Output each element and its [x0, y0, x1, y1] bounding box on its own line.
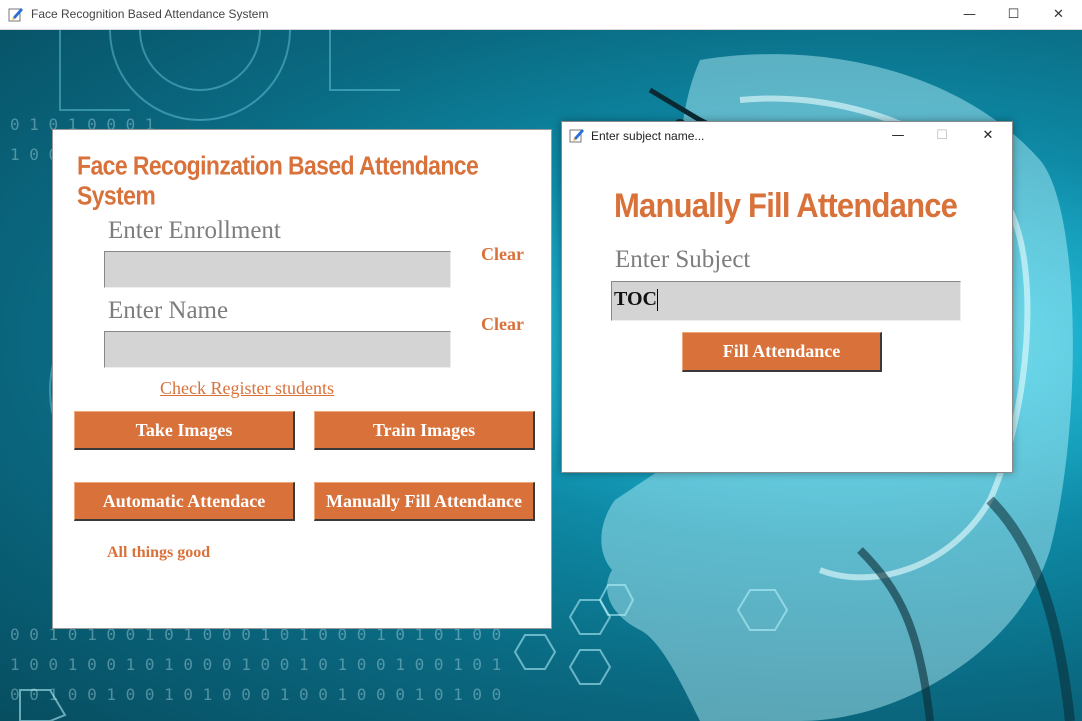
fill-attendance-button[interactable]: Fill Attendance: [682, 332, 882, 372]
manually-fill-attendance-button[interactable]: Manually Fill Attendance: [314, 482, 535, 521]
enrollment-field[interactable]: [104, 251, 451, 288]
clear-name-button[interactable]: Clear: [481, 314, 524, 335]
dialog-app-icon: [569, 129, 584, 143]
status-text: All things good: [107, 544, 211, 561]
dialog-maximize-icon: ☐: [936, 128, 948, 143]
main-titlebar[interactable]: Face Recognition Based Attendance System…: [0, 0, 1082, 30]
text-caret: [656, 289, 658, 312]
subject-input[interactable]: TOC: [611, 281, 961, 321]
dialog-minimize-icon[interactable]: —: [878, 122, 918, 149]
clear-enrollment-button[interactable]: Clear: [481, 244, 524, 265]
dialog-titlebar[interactable]: Enter subject name... — ☐ ✕: [562, 122, 1012, 149]
dialog-heading: Manually Fill Attendance: [614, 185, 958, 226]
subject-dialog: Enter subject name... — ☐ ✕ Manually Fil…: [561, 121, 1013, 473]
maximize-icon[interactable]: ☐: [991, 0, 1036, 29]
panel-title: Face Recoginzation Based Attendance Syst…: [77, 150, 479, 211]
subject-label: Enter Subject: [615, 246, 751, 273]
dialog-title: Enter subject name...: [591, 129, 705, 143]
name-label: Enter Name: [108, 297, 229, 324]
dialog-close-icon[interactable]: ✕: [968, 122, 1008, 149]
check-register-link[interactable]: Check Register students: [160, 378, 334, 399]
automatic-attendance-button[interactable]: Automatic Attendace: [74, 482, 295, 521]
train-images-button[interactable]: Train Images: [314, 411, 535, 450]
name-field[interactable]: [104, 331, 451, 368]
subject-input-value: TOC: [614, 288, 657, 310]
svg-text:0 0 1 0 0 1 0 0 1 0 1 0 0 0 1: 0 0 1 0 0 1 0 0 1 0 1 0 0 0 1 0 0 1 0 0 …: [10, 685, 501, 704]
app-icon: [8, 8, 23, 22]
window-title: Face Recognition Based Attendance System: [31, 7, 269, 21]
close-icon[interactable]: ✕: [1036, 0, 1081, 29]
take-images-button[interactable]: Take Images: [74, 411, 295, 450]
svg-text:1 0 0 1 0 0 1 0 1 0 0 0 1 0 0: 1 0 0 1 0 0 1 0 1 0 0 0 1 0 0 1 0 1 0 0 …: [10, 655, 501, 674]
enrollment-label: Enter Enrollment: [108, 217, 281, 244]
minimize-icon[interactable]: —: [947, 0, 992, 29]
main-panel: Face Recoginzation Based Attendance Syst…: [52, 129, 552, 629]
